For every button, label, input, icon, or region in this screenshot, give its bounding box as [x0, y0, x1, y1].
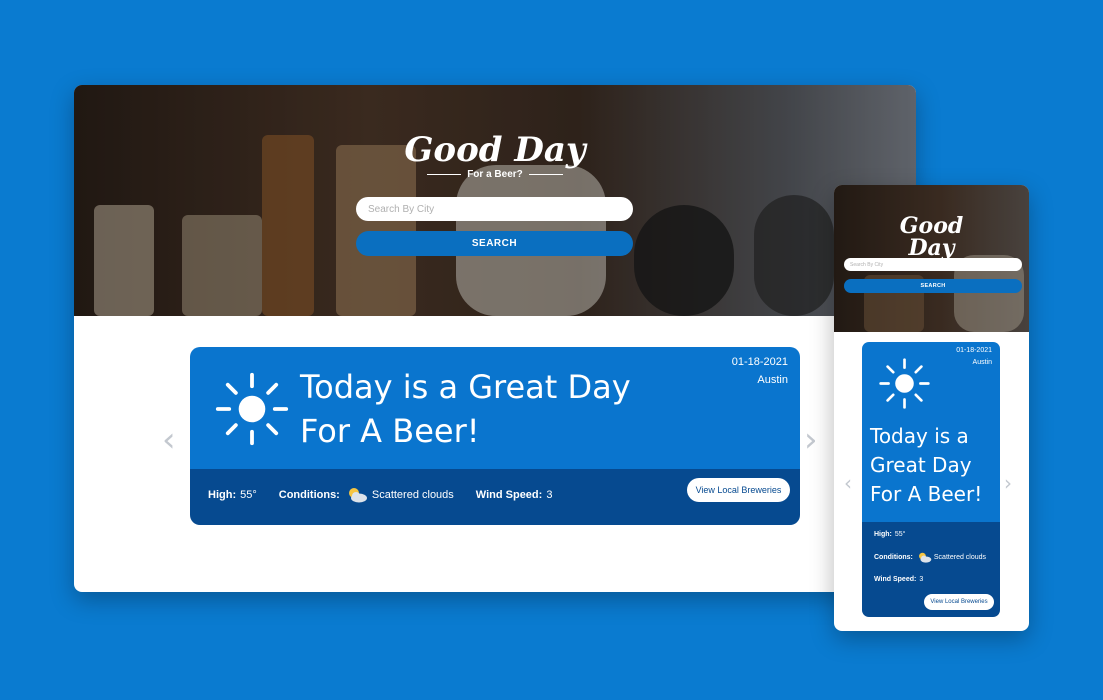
mobile-sun-icon	[878, 357, 931, 410]
city-label: Austin	[757, 374, 788, 386]
mobile-wind-stat: Wind Speed: 3	[874, 576, 923, 583]
high-value: 55°	[240, 489, 257, 501]
hero-banner: Good Day For a Beer? SEARCH	[74, 85, 916, 316]
high-label: High:	[208, 489, 237, 501]
mobile-view-breweries-button[interactable]: View Local Breweries	[924, 594, 994, 610]
mobile-search-button[interactable]: SEARCH	[844, 279, 1022, 293]
conditions-label: Conditions:	[278, 489, 340, 501]
mobile-conditions-label: Conditions:	[874, 554, 913, 561]
next-arrow-icon[interactable]: ›	[804, 423, 818, 457]
mobile-search-input[interactable]	[844, 258, 1022, 271]
mobile-next-arrow-icon[interactable]: ›	[1004, 473, 1012, 493]
mobile-conditions-value: Scattered clouds	[933, 554, 987, 561]
mobile-high-value: 55°	[894, 531, 906, 538]
conditions-value: Scattered clouds	[371, 489, 454, 501]
mobile-hero-banner: Good Day For a Beer? SEARCH	[834, 185, 1029, 332]
date-label: 01-18-2021	[731, 356, 788, 368]
search-button[interactable]: SEARCH	[356, 231, 633, 256]
headline: Today is a Great Day For A Beer!	[300, 368, 631, 450]
mobile-prev-arrow-icon[interactable]: ‹	[844, 473, 852, 493]
mobile-mockup: Good Day For a Beer? SEARCH ‹ › 01-18-20…	[834, 185, 1029, 631]
wind-label: Wind Speed:	[475, 489, 543, 501]
wind-value: 3	[546, 489, 553, 501]
prev-arrow-icon[interactable]: ‹	[162, 423, 176, 457]
brand-logo[interactable]: Good Day For a Beer?	[404, 133, 586, 180]
mobile-brand-name: Good Day	[899, 213, 964, 261]
mobile-wind-label: Wind Speed:	[874, 576, 917, 583]
partly-cloudy-icon	[346, 487, 368, 503]
sun-icon	[214, 371, 290, 447]
brand-tagline: For a Beer?	[404, 169, 586, 180]
view-breweries-button[interactable]: View Local Breweries	[687, 478, 790, 502]
mobile-weather-card: 01-18-2021 Austin Today is a Great Day F…	[862, 342, 1000, 617]
mobile-city-label: Austin	[972, 359, 992, 366]
brand-name: Good Day	[404, 130, 586, 170]
mobile-date-label: 01-18-2021	[956, 347, 992, 354]
weather-card: Today is a Great Day For A Beer! 01-18-2…	[190, 347, 800, 525]
desktop-mockup: Good Day For a Beer? SEARCH ‹ › Today is…	[74, 85, 916, 592]
weather-stats: High: 55° Conditions: Scattered clouds W…	[208, 487, 574, 503]
mobile-high-label: High:	[874, 531, 892, 538]
mobile-high-stat: High: 55°	[874, 531, 905, 538]
weather-card-header: Today is a Great Day For A Beer! 01-18-2…	[190, 347, 800, 469]
mobile-partly-cloudy-icon	[917, 552, 932, 563]
mobile-weather-card-header: 01-18-2021 Austin Today is a Great Day F…	[862, 342, 1000, 522]
mobile-headline: Today is a Great Day For A Beer!	[870, 424, 983, 506]
mobile-wind-value: 3	[919, 576, 924, 583]
search-input[interactable]	[356, 197, 633, 221]
mobile-conditions-stat: Conditions: Scattered clouds	[874, 552, 986, 563]
